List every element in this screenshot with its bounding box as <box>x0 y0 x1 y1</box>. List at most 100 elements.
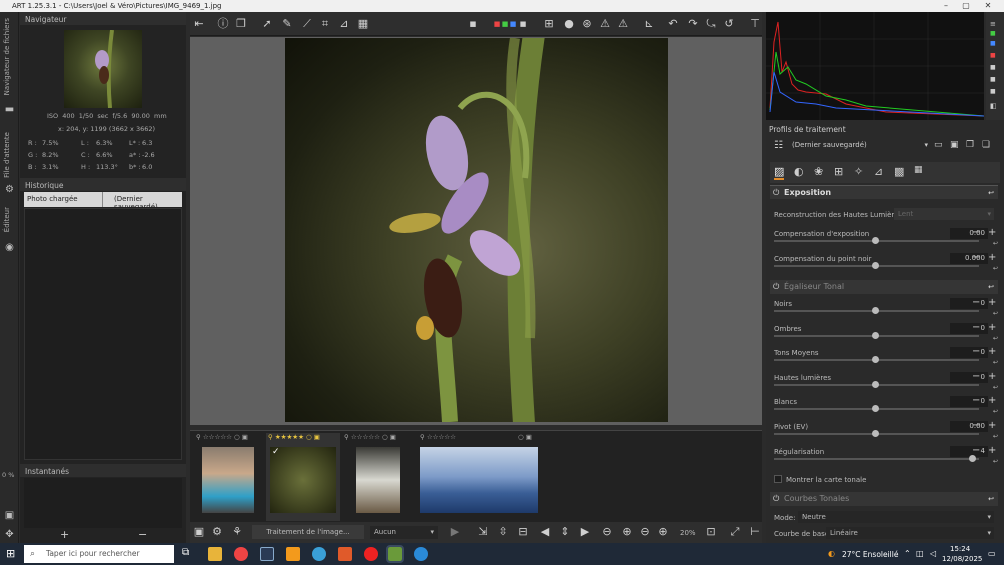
office-icon[interactable] <box>338 547 352 561</box>
toggle-luma-icon[interactable]: ■ <box>990 64 996 71</box>
file-explorer-icon[interactable] <box>208 547 222 561</box>
flip-icon[interactable]: ⤿ <box>704 17 718 31</box>
crop-icon[interactable]: ⌗ <box>318 17 332 31</box>
save-icon[interactable]: ▣ <box>192 525 206 539</box>
adjust-value[interactable]: 0.00 <box>950 421 988 432</box>
hl-reconstruction-select[interactable]: Lent ▾ <box>894 208 994 220</box>
compare-icon[interactable]: ⊟ <box>516 525 530 539</box>
slider-knob[interactable] <box>872 380 879 388</box>
reset-icon[interactable]: ↩ <box>993 240 998 247</box>
film-thumb-2-selected[interactable]: ⚲ ★★★★★ ○ ▣ ✓ <box>266 433 340 521</box>
paste-profile-icon[interactable]: ❏ <box>982 140 990 150</box>
tone-curves-header[interactable]: ⏻ Courbes Tonales ↩ <box>770 492 998 506</box>
undo-icon[interactable]: ↺ <box>722 17 736 31</box>
tab-transform-icon[interactable]: ⊞ <box>834 165 843 178</box>
profile-select[interactable]: (Dernier sauvegardé) ▾ <box>788 139 928 152</box>
opera-icon[interactable] <box>364 547 378 561</box>
tab-details-icon[interactable]: ◐ <box>794 165 804 178</box>
open-profile-icon[interactable]: ▭ <box>934 140 943 150</box>
network-icon[interactable]: ◫ <box>916 549 924 558</box>
toggle-blue-icon[interactable]: ■ <box>990 40 996 47</box>
reset-icon[interactable]: ↩ <box>993 359 998 366</box>
exposure-header[interactable]: ⏻ Exposition ↩ <box>770 185 998 199</box>
adjust-value[interactable]: 0 <box>950 322 988 334</box>
plus-icon[interactable]: + <box>988 227 998 238</box>
color-picker-icon[interactable]: ✎ <box>280 17 294 31</box>
adjust-slider[interactable] <box>774 307 979 314</box>
minus-icon[interactable]: − <box>972 297 982 308</box>
fullscreen-icon[interactable]: ⤢ <box>728 525 742 539</box>
adjust-slider[interactable] <box>774 331 979 339</box>
plus-icon[interactable]: + <box>988 346 998 357</box>
adjust-value[interactable]: 0 <box>950 371 988 383</box>
minus-icon[interactable]: − <box>972 227 982 238</box>
plus-icon[interactable]: + <box>988 395 998 406</box>
reset-icon[interactable]: ↩ <box>993 408 998 415</box>
paste-icon[interactable]: ⇳ <box>496 525 510 539</box>
zoom-in-icon[interactable]: ⊕ <box>620 525 634 539</box>
adjust-slider[interactable] <box>774 405 979 413</box>
zoom-fit-icon[interactable]: ⊖ <box>638 525 652 539</box>
adjust-value[interactable]: 0.000 <box>950 253 988 264</box>
straighten-icon[interactable]: ⟋ <box>300 17 314 31</box>
adjust-value[interactable]: 0 <box>950 347 988 359</box>
history-row[interactable]: Photo chargée (Dernier sauvegardé) <box>24 192 182 211</box>
bg-color-icon[interactable]: ▪ <box>466 17 480 31</box>
adjust-slider[interactable] <box>774 380 979 388</box>
slider-knob[interactable] <box>872 262 879 269</box>
channel-l-icon[interactable]: ■ <box>516 17 530 31</box>
chrome-icon[interactable] <box>234 547 248 561</box>
before-after-icon[interactable]: ❐ <box>234 17 248 31</box>
reset-icon[interactable]: ↩ <box>993 458 998 465</box>
move-icon[interactable]: ✥ <box>4 529 15 540</box>
base-curve-select[interactable]: Linéaire ▾ <box>826 527 994 539</box>
sphere-icon[interactable]: ● <box>562 17 576 31</box>
film-thumb-3[interactable]: ⚲ ☆☆☆☆☆ ○ ▣ <box>342 433 412 521</box>
remove-snapshot-button[interactable]: − <box>138 528 147 541</box>
next-image-icon[interactable]: ▶ <box>578 525 592 539</box>
taskbar-search[interactable]: ⌕ Taper ici pour rechercher <box>24 545 174 563</box>
grid-icon[interactable]: ▦ <box>356 17 370 31</box>
rating-stars[interactable]: ⚲ ☆☆☆☆☆ ○ ▣ <box>196 433 248 441</box>
adjust-slider[interactable] <box>774 356 979 364</box>
clock-time[interactable]: 15:24 <box>950 545 970 553</box>
task-view-icon[interactable]: ⧉ <box>182 547 189 558</box>
adjust-slider[interactable] <box>774 454 979 462</box>
hide-right-panel-icon[interactable]: ⊢ <box>748 525 762 539</box>
highlight-warning-icon[interactable]: ⚠ <box>616 17 630 31</box>
tab-file-browser[interactable]: Navigateur de fichiers <box>3 18 11 95</box>
show-tonal-map-checkbox[interactable] <box>774 475 782 483</box>
queue-icon[interactable]: ⚙ <box>4 184 15 195</box>
slider-knob[interactable] <box>872 356 879 364</box>
minus-icon[interactable]: − <box>972 445 982 456</box>
reset-icon[interactable]: ↩ <box>993 265 998 272</box>
histogram-type-icon[interactable]: ≡ <box>990 20 996 28</box>
adjust-value[interactable]: 0 <box>950 298 988 309</box>
transform-icon[interactable]: ⊿ <box>337 17 351 31</box>
prev-image-icon[interactable]: ◀ <box>538 525 552 539</box>
film-thumb-1[interactable]: ⚲ ☆☆☆☆☆ ○ ▣ <box>194 433 264 521</box>
plus-icon[interactable]: + <box>988 420 998 431</box>
tab-raw-icon[interactable]: ▩ <box>894 165 904 178</box>
maximize-button[interactable]: ▢ <box>956 0 976 12</box>
plus-icon[interactable]: + <box>988 297 998 308</box>
minus-icon[interactable]: − <box>972 322 982 333</box>
copy-profile-icon[interactable]: ❐ <box>966 140 974 150</box>
hide-panel-icon[interactable]: ⇤ <box>192 17 206 31</box>
filter-select[interactable]: Aucun ▾ <box>370 526 438 539</box>
plus-icon[interactable]: + <box>988 252 998 263</box>
power-icon[interactable]: ⏻ <box>773 492 779 506</box>
add-snapshot-button[interactable]: + <box>60 528 69 541</box>
reset-icon[interactable]: ↩ <box>988 492 994 506</box>
plus-icon[interactable]: + <box>988 445 998 456</box>
slider-knob[interactable] <box>872 237 879 244</box>
zoom-100-icon[interactable]: ⊕ <box>656 525 670 539</box>
edge-icon[interactable] <box>312 547 326 561</box>
slider-knob[interactable] <box>872 405 879 413</box>
zoom-out-icon[interactable]: ⊖ <box>600 525 614 539</box>
rotate-left-icon[interactable]: ↶ <box>666 17 680 31</box>
show-tonal-map-row[interactable]: Montrer la carte tonale <box>774 475 998 484</box>
aperture-icon[interactable]: ◉ <box>4 242 15 253</box>
tab-local-icon[interactable]: ⊿ <box>874 165 883 178</box>
clock-date[interactable]: 12/08/2025 <box>942 555 982 563</box>
